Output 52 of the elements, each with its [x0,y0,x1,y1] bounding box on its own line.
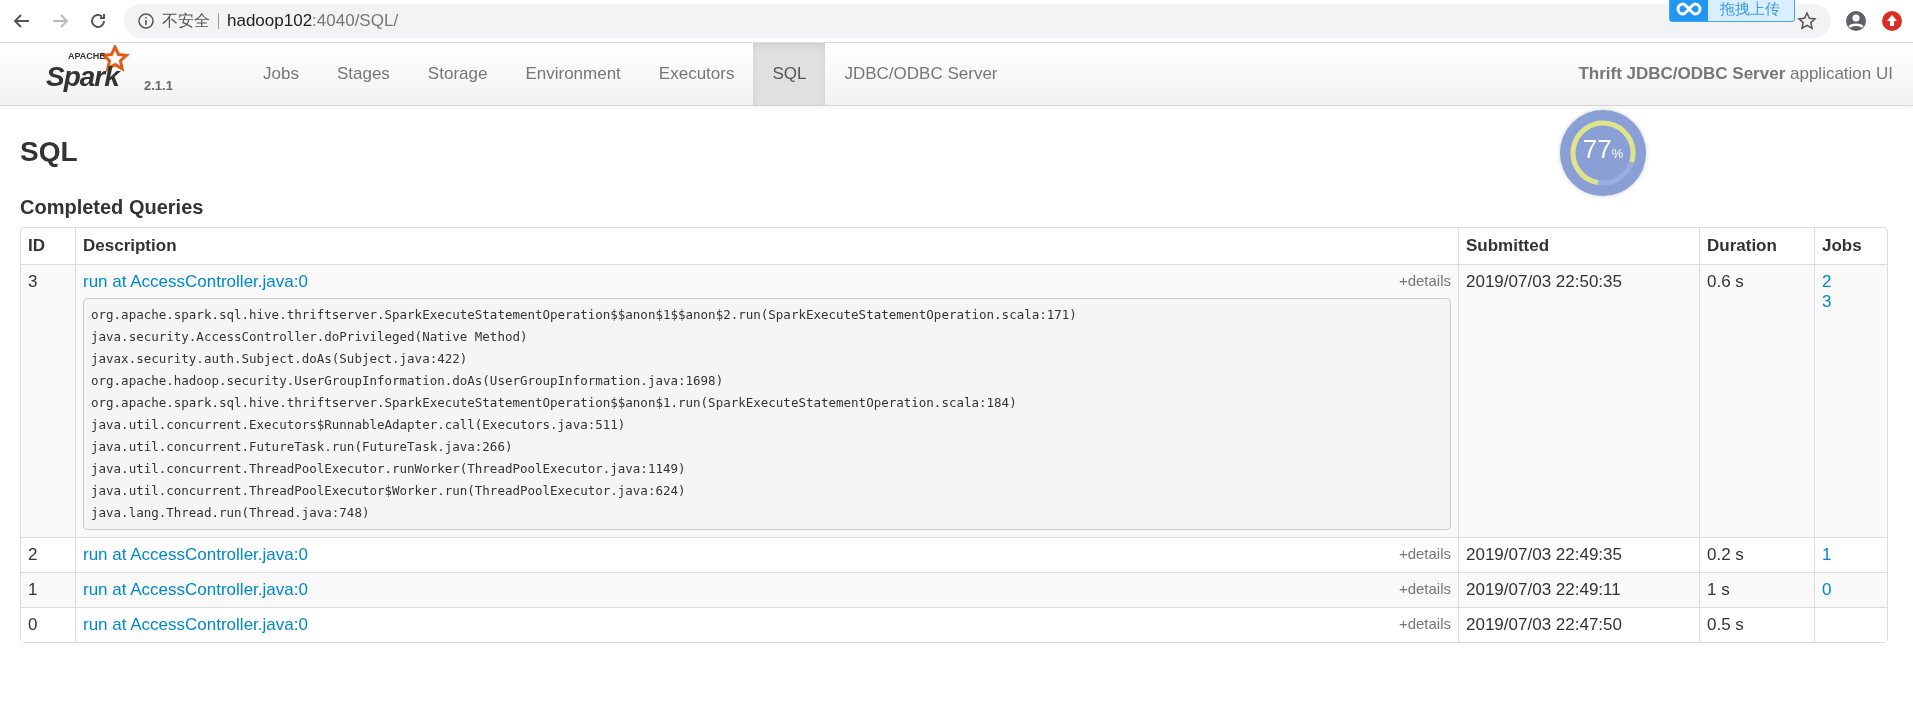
security-label: 不安全 [162,13,219,29]
job-link[interactable]: 1 [1822,545,1880,565]
details-toggle[interactable]: +details [1398,615,1451,635]
table-cell: 2019/07/03 22:49:11 [1458,572,1699,607]
table-cell: 2019/07/03 22:49:35 [1458,537,1699,572]
meter-badge[interactable]: 77% [1560,110,1646,196]
table-cell: 0.5 s [1699,607,1814,642]
url-path: :4040/SQL/ [312,11,399,30]
nav-tab[interactable]: Executors [639,43,754,105]
section-title: Completed Queries [20,196,205,219]
table-cell: 0.2 s [1699,537,1814,572]
details-toggle[interactable]: +details [1398,272,1451,292]
column-header: Jobs [1814,228,1887,264]
app-title: Thrift JDBC/ODBC Server application UI [1578,64,1894,84]
nav-tab[interactable]: JDBC/ODBC Server [825,43,1017,105]
url-host: hadoop102 [227,11,313,30]
table-cell: 3 [21,264,75,537]
details-toggle[interactable]: +details [1398,545,1451,565]
upload-extension-button[interactable]: 拖拽上传 [1669,0,1795,22]
description-link[interactable]: run at AccessController.java:0 [83,580,308,600]
column-header: Duration [1699,228,1814,264]
table-cell: 2 [21,537,75,572]
link-icon [1676,2,1702,16]
job-link[interactable]: 3 [1822,292,1880,312]
table-cell: 1 s [1699,572,1814,607]
info-icon [138,13,154,29]
account-icon[interactable] [1845,10,1867,32]
version-label: 2.1.1 [144,78,173,93]
nav-tab[interactable]: Jobs [244,43,318,105]
description-link[interactable]: run at AccessController.java:0 [83,615,308,635]
details-toggle[interactable]: +details [1398,580,1451,600]
table-cell: 2019/07/03 22:47:50 [1458,607,1699,642]
table-cell: 1 [21,572,75,607]
page-title: SQL [20,136,78,168]
job-link[interactable]: 0 [1822,580,1880,600]
table-cell: 0.6 s [1699,264,1814,537]
upload-icon[interactable] [1881,10,1903,32]
description-link[interactable]: run at AccessController.java:0 [83,545,308,565]
table-cell: 0 [21,607,75,642]
job-link[interactable]: 2 [1822,272,1880,292]
column-header: Submitted [1458,228,1699,264]
column-header: ID [27,235,46,257]
star-icon[interactable] [1797,11,1817,31]
description-link[interactable]: run at AccessController.java:0 [83,272,308,292]
nav-tab[interactable]: Storage [408,43,507,105]
progress-ring [1570,120,1636,186]
column-header: Description [75,228,1458,264]
stack-trace: org.apache.spark.sql.hive.thriftserver.SparkExecuteStatementOperation$$anon$1$$anon$2.run(SparkExecuteStatementOperation.scala:171) java.security.AccessController.doPrivileged(Native Method) javax.security.auth.Subject.doAs(Subject.java:422) org.apache.hadoop.security.UserGroupInformation.doAs(UserGroupInformation.java:1698) org.apache.spark.sql.hive.thriftserver.SparkExecuteStatementOperation$$anon$1.run(SparkExecuteStatementOperation.scala:184) java.util.concurrent.Executors$RunnableAdapter.call(Executors.java:511) java.util.concurrent.FutureTask.run(FutureTask.java:266) java.util.concurrent.ThreadPoolExecutor.runWorker(ThreadPoolExecutor.java:1149) java.util.concurrent.ThreadPoolExecutor$Worker.run(ThreadPoolExecutor.java:624) java.lang.Thread.run(Thread.java:748) [83,298,1451,530]
table-cell: 2019/07/03 22:50:35 [1458,264,1699,537]
nav-tab[interactable]: SQL [753,43,826,105]
nav-tab[interactable]: Environment [506,43,640,105]
nav-tab[interactable]: Stages [317,43,409,105]
